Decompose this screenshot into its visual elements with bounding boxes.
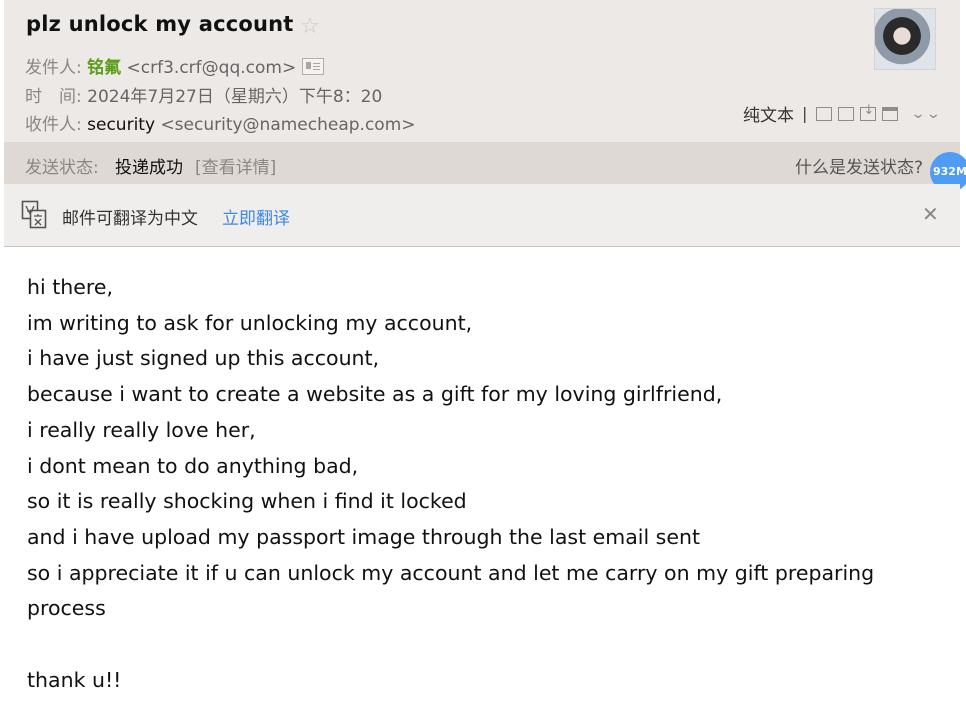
- delivery-status-bar: 发送状态: 投递成功 [查看详情] 什么是发送状态?: [4, 142, 960, 184]
- email-body: hi there, im writing to ask for unlocking…: [27, 270, 947, 698]
- download-icon[interactable]: [860, 103, 877, 121]
- email-subject: plz unlock my account: [26, 12, 294, 36]
- print-icon[interactable]: [882, 106, 899, 121]
- email-header: plz unlock my account ☆ 发件人: 铭氟 <crf3.cr…: [4, 0, 960, 142]
- from-row: 发件人: 铭氟 <crf3.crf@qq.com>: [25, 53, 325, 78]
- sender-address[interactable]: <crf3.crf@qq.com>: [127, 58, 297, 78]
- status-label: 发送状态:: [25, 158, 99, 178]
- source-view-icon[interactable]: [838, 106, 855, 121]
- translate-now-link[interactable]: 立即翻译: [222, 204, 290, 229]
- body-line: so it is really shocking when i find it …: [27, 489, 467, 514]
- time-value: 2024年7月27日（星期六）下午8：20: [87, 87, 383, 107]
- body-line: hi there,: [27, 275, 113, 299]
- from-label: 发件人:: [25, 58, 82, 78]
- more-options-icon[interactable]: ⌄⌄: [911, 106, 942, 122]
- body-line: [27, 627, 947, 663]
- status-help-link[interactable]: 什么是发送状态?: [795, 153, 923, 178]
- body-line: and i have upload my passport image thro…: [27, 524, 700, 549]
- translate-icon: [21, 200, 47, 229]
- translate-message: 邮件可翻译为中文: [62, 209, 198, 229]
- body-line: i have just signed up this account,: [27, 346, 380, 371]
- sender-name[interactable]: 铭氟: [87, 58, 121, 78]
- body-line: because i want to create a website as a …: [27, 382, 723, 407]
- recipient-name[interactable]: security: [87, 115, 155, 135]
- time-row: 时 间: 2024年7月27日（星期六）下午8：20: [25, 82, 382, 107]
- message-toolbar: 纯文本 | ⌄⌄: [743, 101, 941, 127]
- recipient-address[interactable]: <security@namecheap.com>: [160, 115, 415, 135]
- to-row: 收件人: security <security@namecheap.com>: [25, 110, 416, 135]
- body-line: thank u!!: [27, 667, 122, 692]
- body-line: i really really love her,: [27, 417, 256, 442]
- status-detail-link[interactable]: [查看详情]: [195, 153, 276, 178]
- to-label: 收件人:: [25, 115, 82, 135]
- body-line: i dont mean to do anything bad,: [27, 453, 359, 478]
- time-label: 时 间:: [25, 87, 82, 107]
- contact-card-icon[interactable]: [302, 58, 325, 75]
- body-line: so i appreciate it if u can unlock my ac…: [27, 560, 875, 585]
- body-line: im writing to ask for unlocking my accou…: [27, 310, 473, 335]
- star-icon[interactable]: ☆: [300, 14, 320, 40]
- new-window-icon[interactable]: [816, 106, 833, 121]
- status-value: 投递成功: [115, 158, 183, 178]
- close-icon[interactable]: ✕: [922, 202, 939, 226]
- translate-bar: 邮件可翻译为中文 立即翻译 ✕: [4, 184, 960, 247]
- body-line: process: [27, 596, 106, 621]
- plain-text-button[interactable]: 纯文本: [743, 101, 794, 126]
- avatar[interactable]: [874, 8, 936, 70]
- toolbar-separator: |: [802, 104, 808, 123]
